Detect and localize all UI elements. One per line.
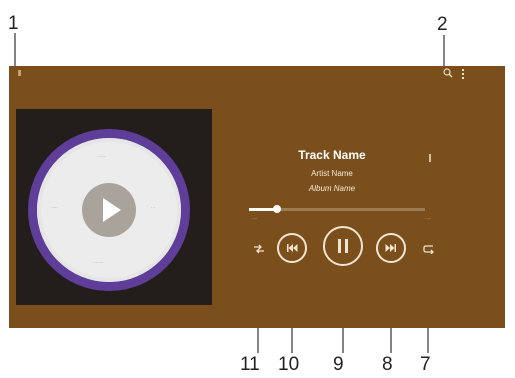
play-icon[interactable] <box>82 183 136 237</box>
previous-button[interactable] <box>277 233 307 263</box>
elapsed-time: ··:·· <box>251 216 258 221</box>
pause-icon <box>338 239 348 253</box>
callout-10: 10 <box>278 354 300 375</box>
callout-1: 1 <box>8 13 19 34</box>
progress-bar[interactable] <box>249 205 425 213</box>
album-art[interactable]: ······· ····· ··· ········ <box>16 109 212 305</box>
play-pause-button[interactable] <box>323 226 363 266</box>
progress-handle[interactable] <box>273 205 282 213</box>
next-button[interactable] <box>376 233 406 263</box>
callout-9: 9 <box>333 354 344 375</box>
artist-name: Artist Name <box>311 169 353 178</box>
search-icon[interactable] <box>443 68 453 78</box>
shuffle-icon[interactable] <box>253 244 265 254</box>
total-time: ··:·· <box>425 216 432 221</box>
callout-7: 7 <box>420 354 431 375</box>
album-disc: ······· ····· ··· ········ <box>28 129 190 291</box>
overflow-menu-icon[interactable] <box>461 69 465 79</box>
previous-icon <box>287 244 298 252</box>
repeat-icon[interactable] <box>423 244 435 254</box>
disc-label: ······· ····· ··· ········ <box>37 138 181 282</box>
track-menu-icon[interactable] <box>429 154 431 162</box>
callout-2: 2 <box>437 14 448 35</box>
track-name: Track Name <box>298 148 366 162</box>
next-icon <box>385 244 396 252</box>
callout-11: 11 <box>240 354 260 375</box>
music-player-screen: ······· ····· ··· ········ Track Name Ar… <box>9 66 505 328</box>
album-name: Album Name <box>308 184 356 193</box>
home-indicator[interactable] <box>18 70 21 76</box>
callout-8: 8 <box>382 354 393 375</box>
